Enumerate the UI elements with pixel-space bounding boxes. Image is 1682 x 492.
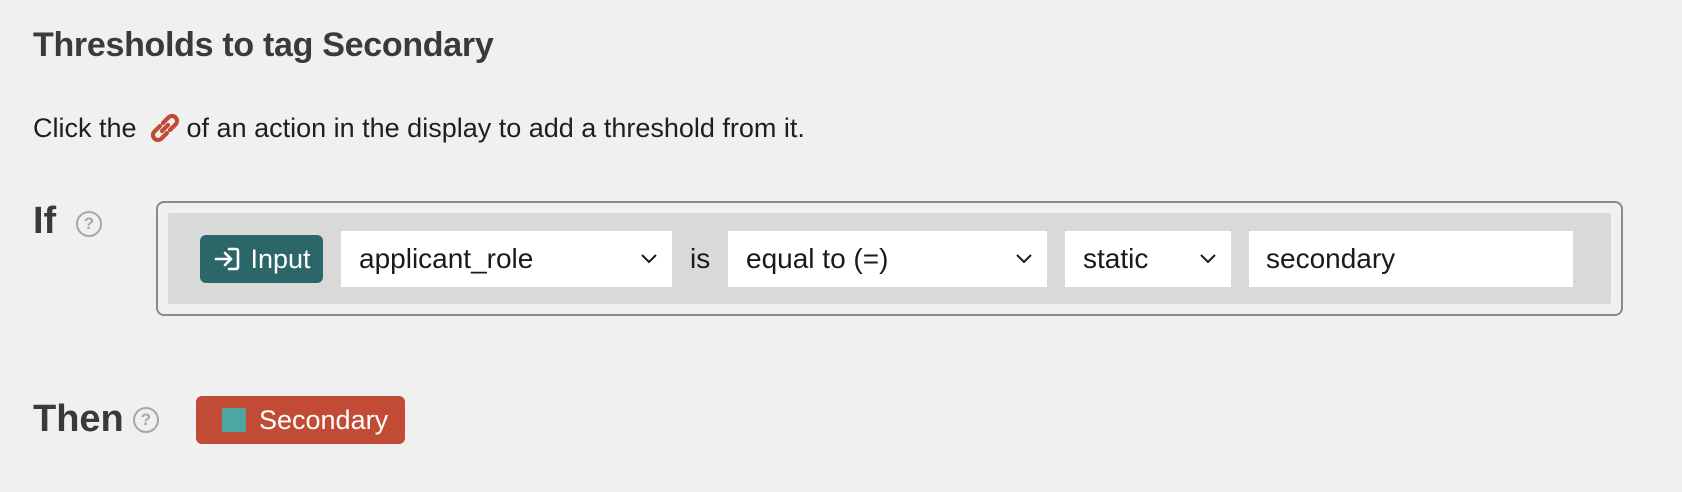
hint-text-after: of an action in the display to add a thr…: [186, 112, 805, 143]
condition-box: Input applicant_role is equal to (=) sta…: [156, 201, 1623, 316]
then-label: Then: [33, 398, 124, 440]
tag-label: Secondary: [259, 404, 389, 435]
field-select[interactable]: applicant_role: [341, 231, 672, 287]
threshold-value-input[interactable]: secondary: [1249, 231, 1573, 287]
field-select-value: applicant_role: [359, 243, 534, 274]
chevron-down-icon: [1016, 254, 1032, 264]
if-help-icon[interactable]: ?: [76, 211, 102, 237]
threshold-value-text: secondary: [1266, 243, 1396, 274]
hint-text-before: Click the: [33, 112, 137, 143]
value-mode-select[interactable]: static: [1065, 231, 1231, 287]
chevron-down-icon: [1200, 254, 1216, 264]
page-title: Thresholds to tag Secondary: [33, 26, 494, 64]
instruction-text: Click the of an action in the display to…: [33, 110, 805, 146]
then-help-icon[interactable]: ?: [133, 407, 159, 433]
chevron-down-icon: [641, 254, 657, 264]
connector-is: is: [690, 243, 711, 274]
value-mode-select-value: static: [1083, 243, 1149, 274]
input-source-label: Input: [250, 243, 311, 274]
link-icon: [147, 110, 183, 146]
input-source-badge[interactable]: Input: [200, 235, 323, 283]
if-label: If: [33, 200, 57, 242]
tag-color-swatch: [222, 408, 246, 432]
condition-row: Input applicant_role is equal to (=) sta…: [168, 213, 1611, 304]
threshold-editor: Thresholds to tag Secondary Click the of…: [0, 0, 1682, 492]
tag-secondary-pill[interactable]: Secondary: [196, 396, 405, 444]
operator-select-value: equal to (=): [746, 243, 889, 274]
input-arrow-icon: [215, 247, 240, 271]
operator-select[interactable]: equal to (=): [728, 231, 1047, 287]
